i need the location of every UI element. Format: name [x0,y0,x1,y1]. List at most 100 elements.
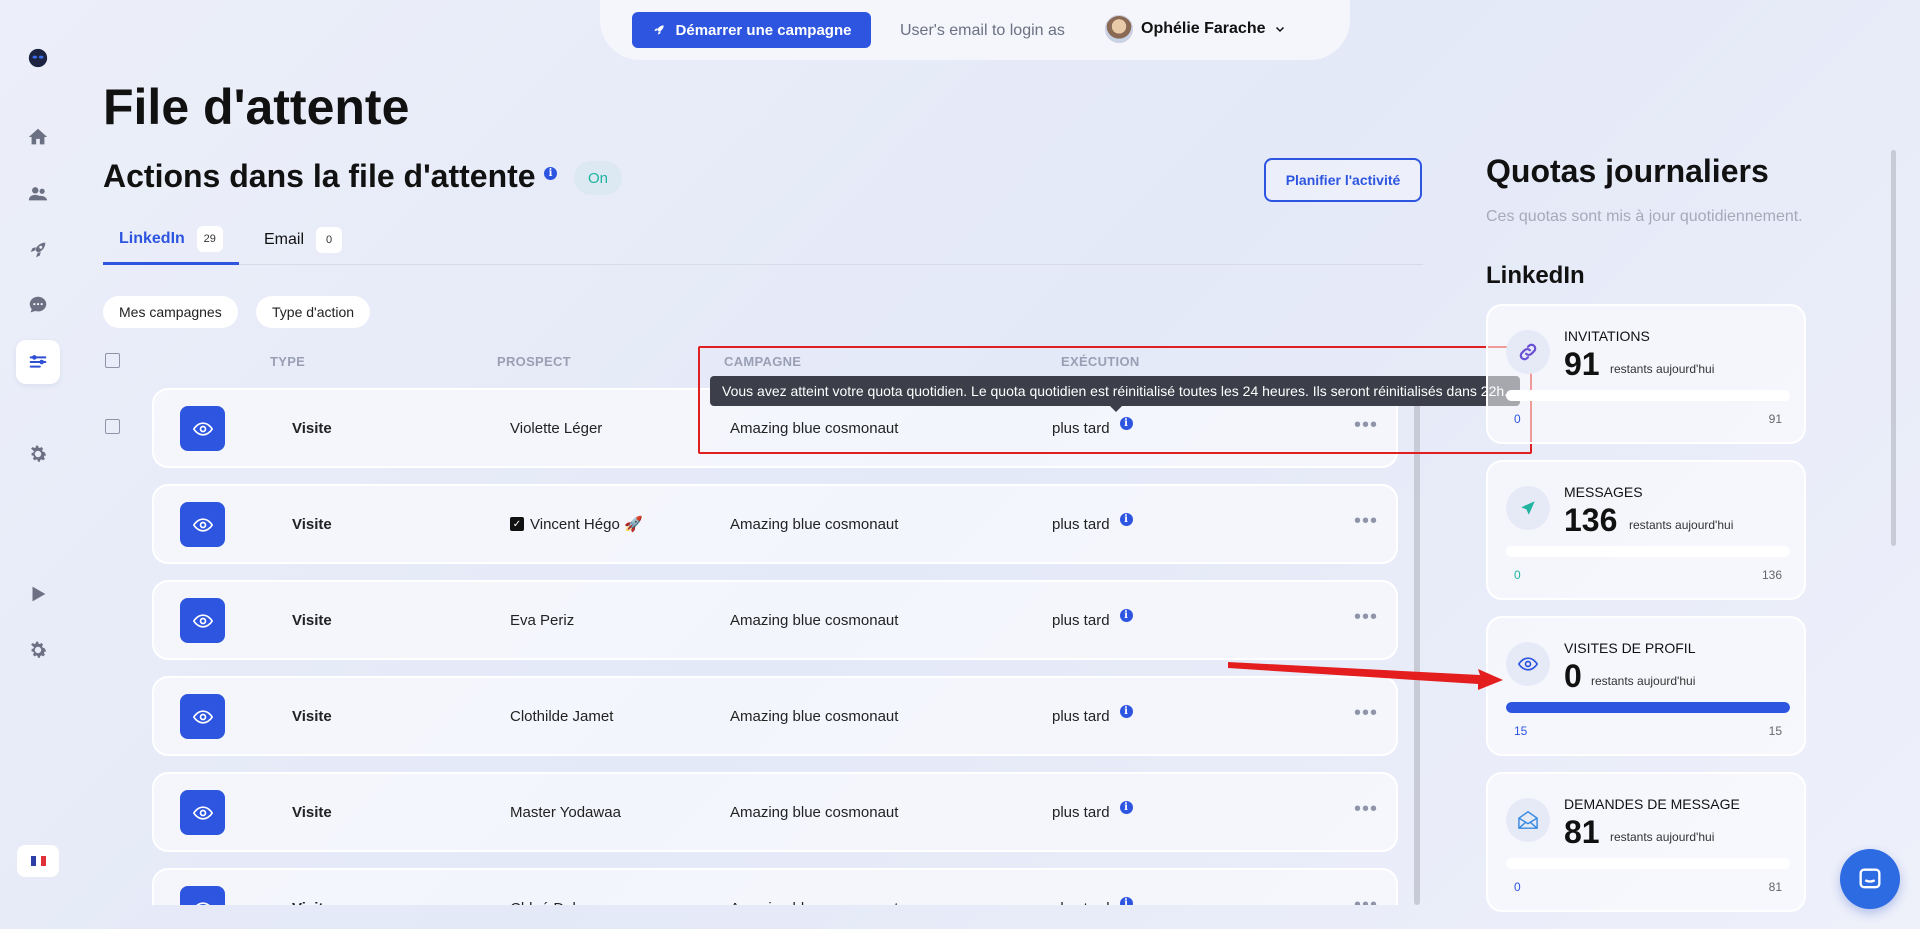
more-options-icon[interactable]: ••• [1354,607,1378,627]
row-type: Visite [292,870,332,906]
prospect-name: Eva Periz [510,611,575,629]
select-all-checkbox[interactable] [105,353,120,368]
execution-label: plus tard [1052,611,1110,629]
quota-label: VISITES DE PROFIL [1564,640,1696,656]
chat-support-button[interactable] [1840,849,1900,909]
execution-label: plus tard [1052,803,1110,821]
execution-label: plus tard [1052,707,1110,725]
tab-count: 29 [196,225,223,252]
info-icon[interactable]: i [1119,896,1133,905]
quota-label: INVITATIONS [1564,328,1650,344]
row-type: Visite [292,707,332,725]
row-prospect[interactable]: Chloé Delan [510,870,593,906]
execution-label: plus tard [1052,515,1110,533]
row-type: Visite [292,515,332,533]
quota-remaining-label: restants aujourd'hui [1610,362,1715,376]
send-icon [1506,486,1550,530]
users-icon[interactable] [16,172,60,216]
table-row[interactable]: Visite ✓ Vincent Hégo 🚀 Amazing blue cosmon… [152,484,1398,564]
row-execution: plus tard i [1052,870,1133,905]
queue-toggle[interactable]: On [574,161,622,195]
row-prospect[interactable]: Clothilde Jamet [510,678,613,754]
quota-remaining-label: restants aujourd'hui [1591,674,1696,688]
quota-card: DEMANDES DE MESSAGE 81 restants aujourd'hu… [1486,772,1806,912]
plan-activity-button[interactable]: Planifier l'activité [1264,158,1422,202]
eye-icon [180,598,225,643]
row-execution: plus tard i [1052,486,1133,562]
eye-icon [1506,642,1550,686]
more-options-icon[interactable]: ••• [1354,511,1378,531]
tab-linkedin[interactable]: LinkedIn 29 [103,215,239,265]
info-icon[interactable]: i [1119,800,1133,814]
row-type: Visite [292,419,332,437]
section-title: Actions dans la file d'attente [103,158,536,194]
filter-my-campaigns[interactable]: Mes campagnes [103,296,238,328]
tab-label: LinkedIn [119,229,185,247]
user-menu[interactable]: Ophélie Farache [1105,15,1286,43]
login-as-input[interactable]: User's email to login as [900,22,1065,40]
row-checkbox[interactable] [105,419,120,434]
table-row[interactable]: Visite Chloé Delan Amazing blue cosmonaut p… [152,868,1398,905]
chevron-down-icon [1275,26,1284,33]
row-campaign: Amazing blue cosmonaut [730,870,898,906]
table-row[interactable]: Visite Eva Periz Amazing blue cosmonaut plu… [152,580,1398,660]
quota-max: 91 [1768,412,1782,426]
mail-open-icon [1506,798,1550,842]
settings-icon-secondary[interactable] [16,628,60,672]
row-prospect[interactable]: ✓ Vincent Hégo 🚀 [510,486,643,562]
panel-scrollbar[interactable] [1891,150,1896,546]
quota-progress-fill [1506,702,1790,713]
quota-max: 15 [1768,724,1782,738]
row-campaign: Amazing blue cosmonaut [730,611,899,629]
tab-email[interactable]: Email 0 [248,215,358,265]
quota-remaining: 81 [1564,814,1600,850]
rocket-icon [653,25,664,35]
prospect-name: Chloé Delan [510,900,593,906]
eye-icon [180,406,225,451]
prospect-name: Violette Léger [510,419,603,437]
home-icon[interactable] [16,115,60,159]
settings-icon[interactable] [16,432,60,476]
eye-icon [180,886,225,905]
quota-section: LinkedIn [1486,262,1585,289]
quota-min: 0 [1514,568,1521,582]
quota-label: DEMANDES DE MESSAGE [1564,796,1740,812]
start-campaign-button[interactable]: Démarrer une campagne [632,12,871,48]
list-scrollbar[interactable] [1414,388,1420,905]
info-icon[interactable]: i [1119,704,1133,718]
quota-card: MESSAGES 136 restants aujourd'hui 0 136 [1486,460,1806,600]
play-icon[interactable] [16,572,60,616]
more-options-icon[interactable]: ••• [1354,703,1378,723]
french-flag-icon[interactable] [17,845,59,877]
prospect-name: Master Yodawaa [510,803,621,821]
quota-min: 0 [1514,412,1521,426]
row-prospect[interactable]: Violette Léger [510,390,602,466]
rocket-icon[interactable] [16,228,60,272]
table-row[interactable]: Visite Clothilde Jamet Amazing blue cosmon… [152,676,1398,756]
row-campaign: Amazing blue cosmonaut [730,803,899,821]
col-prospect: PROSPECT [497,354,571,369]
more-options-icon[interactable]: ••• [1354,895,1378,905]
row-campaign: Amazing blue cosmonaut [730,515,899,533]
queue-icon[interactable] [16,340,60,384]
row-prospect[interactable]: Eva Periz [510,582,574,658]
chat-icon[interactable] [16,283,60,327]
more-options-icon[interactable]: ••• [1354,799,1378,819]
col-type: TYPE [270,354,306,369]
alien-logo-icon[interactable] [16,36,60,80]
sidebar [0,0,76,929]
filter-action-type[interactable]: Type d'action [256,296,371,328]
row-campaign: Amazing blue cosmonaut [730,707,899,725]
queue-list: Visite Violette Léger Amazing blue cosmona… [150,386,1400,905]
eye-icon [180,502,225,547]
page-title: File d'attente [103,79,410,135]
tab-count: 0 [316,227,343,253]
info-icon[interactable]: i [1119,608,1133,622]
info-icon[interactable]: i [544,167,557,180]
row-execution: plus tard i [1052,582,1133,658]
table-row[interactable]: Visite Master Yodawaa Amazing blue cosmona… [152,772,1398,852]
info-icon[interactable]: i [1119,512,1133,526]
quota-max: 81 [1768,880,1782,894]
row-prospect[interactable]: Master Yodawaa [510,774,621,850]
row-type: Visite [292,611,332,629]
